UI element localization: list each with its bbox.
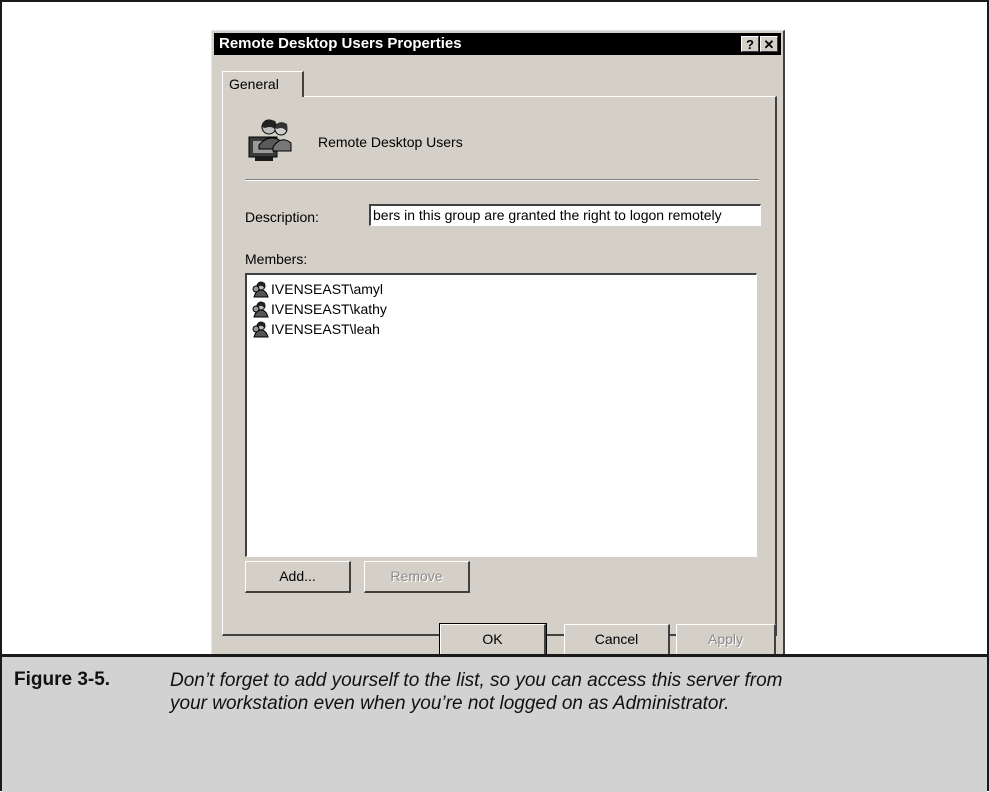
list-item[interactable]: IVENSEAST\kathy: [251, 299, 387, 319]
separator: [245, 179, 759, 181]
tab-general[interactable]: General: [222, 71, 304, 97]
caption-text: Don’t forget to add yourself to the list…: [170, 670, 783, 714]
users-group-icon: [248, 119, 292, 161]
caption-label: Figure 3-5.: [14, 669, 111, 690]
dialog-title: Remote Desktop Users Properties: [219, 35, 462, 52]
remove-button[interactable]: Remove: [364, 561, 470, 593]
add-button[interactable]: Add...: [245, 561, 351, 593]
members-list[interactable]: IVENSEAST\amyl IVENSEAST\kathy IVENSEAST…: [245, 273, 757, 557]
description-label: Description:: [245, 209, 319, 225]
member-name: IVENSEAST\kathy: [271, 301, 387, 317]
help-button[interactable]: ?: [741, 36, 759, 52]
description-label-text: Description:: [245, 209, 319, 225]
members-label: Members:: [245, 251, 308, 267]
member-name: IVENSEAST\leah: [271, 321, 380, 337]
caption-band: Figure 3-5. Don’t forget to add yourself…: [2, 654, 987, 792]
member-name: IVENSEAST\amyl: [271, 281, 384, 297]
apply-button[interactable]: Apply: [676, 624, 776, 656]
user-icon: [252, 321, 269, 338]
figure-frame: Remote Desktop Users Properties ? ✕ Gene…: [0, 0, 989, 792]
list-item[interactable]: IVENSEAST\amyl: [251, 279, 383, 299]
description-field[interactable]: bers in this group are granted the right…: [369, 204, 761, 226]
ok-button[interactable]: OK: [439, 623, 547, 657]
group-name: Remote Desktop Users: [318, 134, 463, 150]
list-item[interactable]: IVENSEAST\leah: [251, 319, 380, 339]
user-icon: [252, 281, 269, 298]
properties-dialog: Remote Desktop Users Properties ? ✕ Gene…: [211, 30, 785, 695]
title-bar[interactable]: Remote Desktop Users Properties ? ✕: [214, 33, 781, 55]
cancel-button[interactable]: Cancel: [564, 624, 670, 656]
close-button[interactable]: ✕: [760, 36, 778, 52]
user-icon: [252, 301, 269, 318]
tab-general-label: General: [229, 76, 279, 92]
